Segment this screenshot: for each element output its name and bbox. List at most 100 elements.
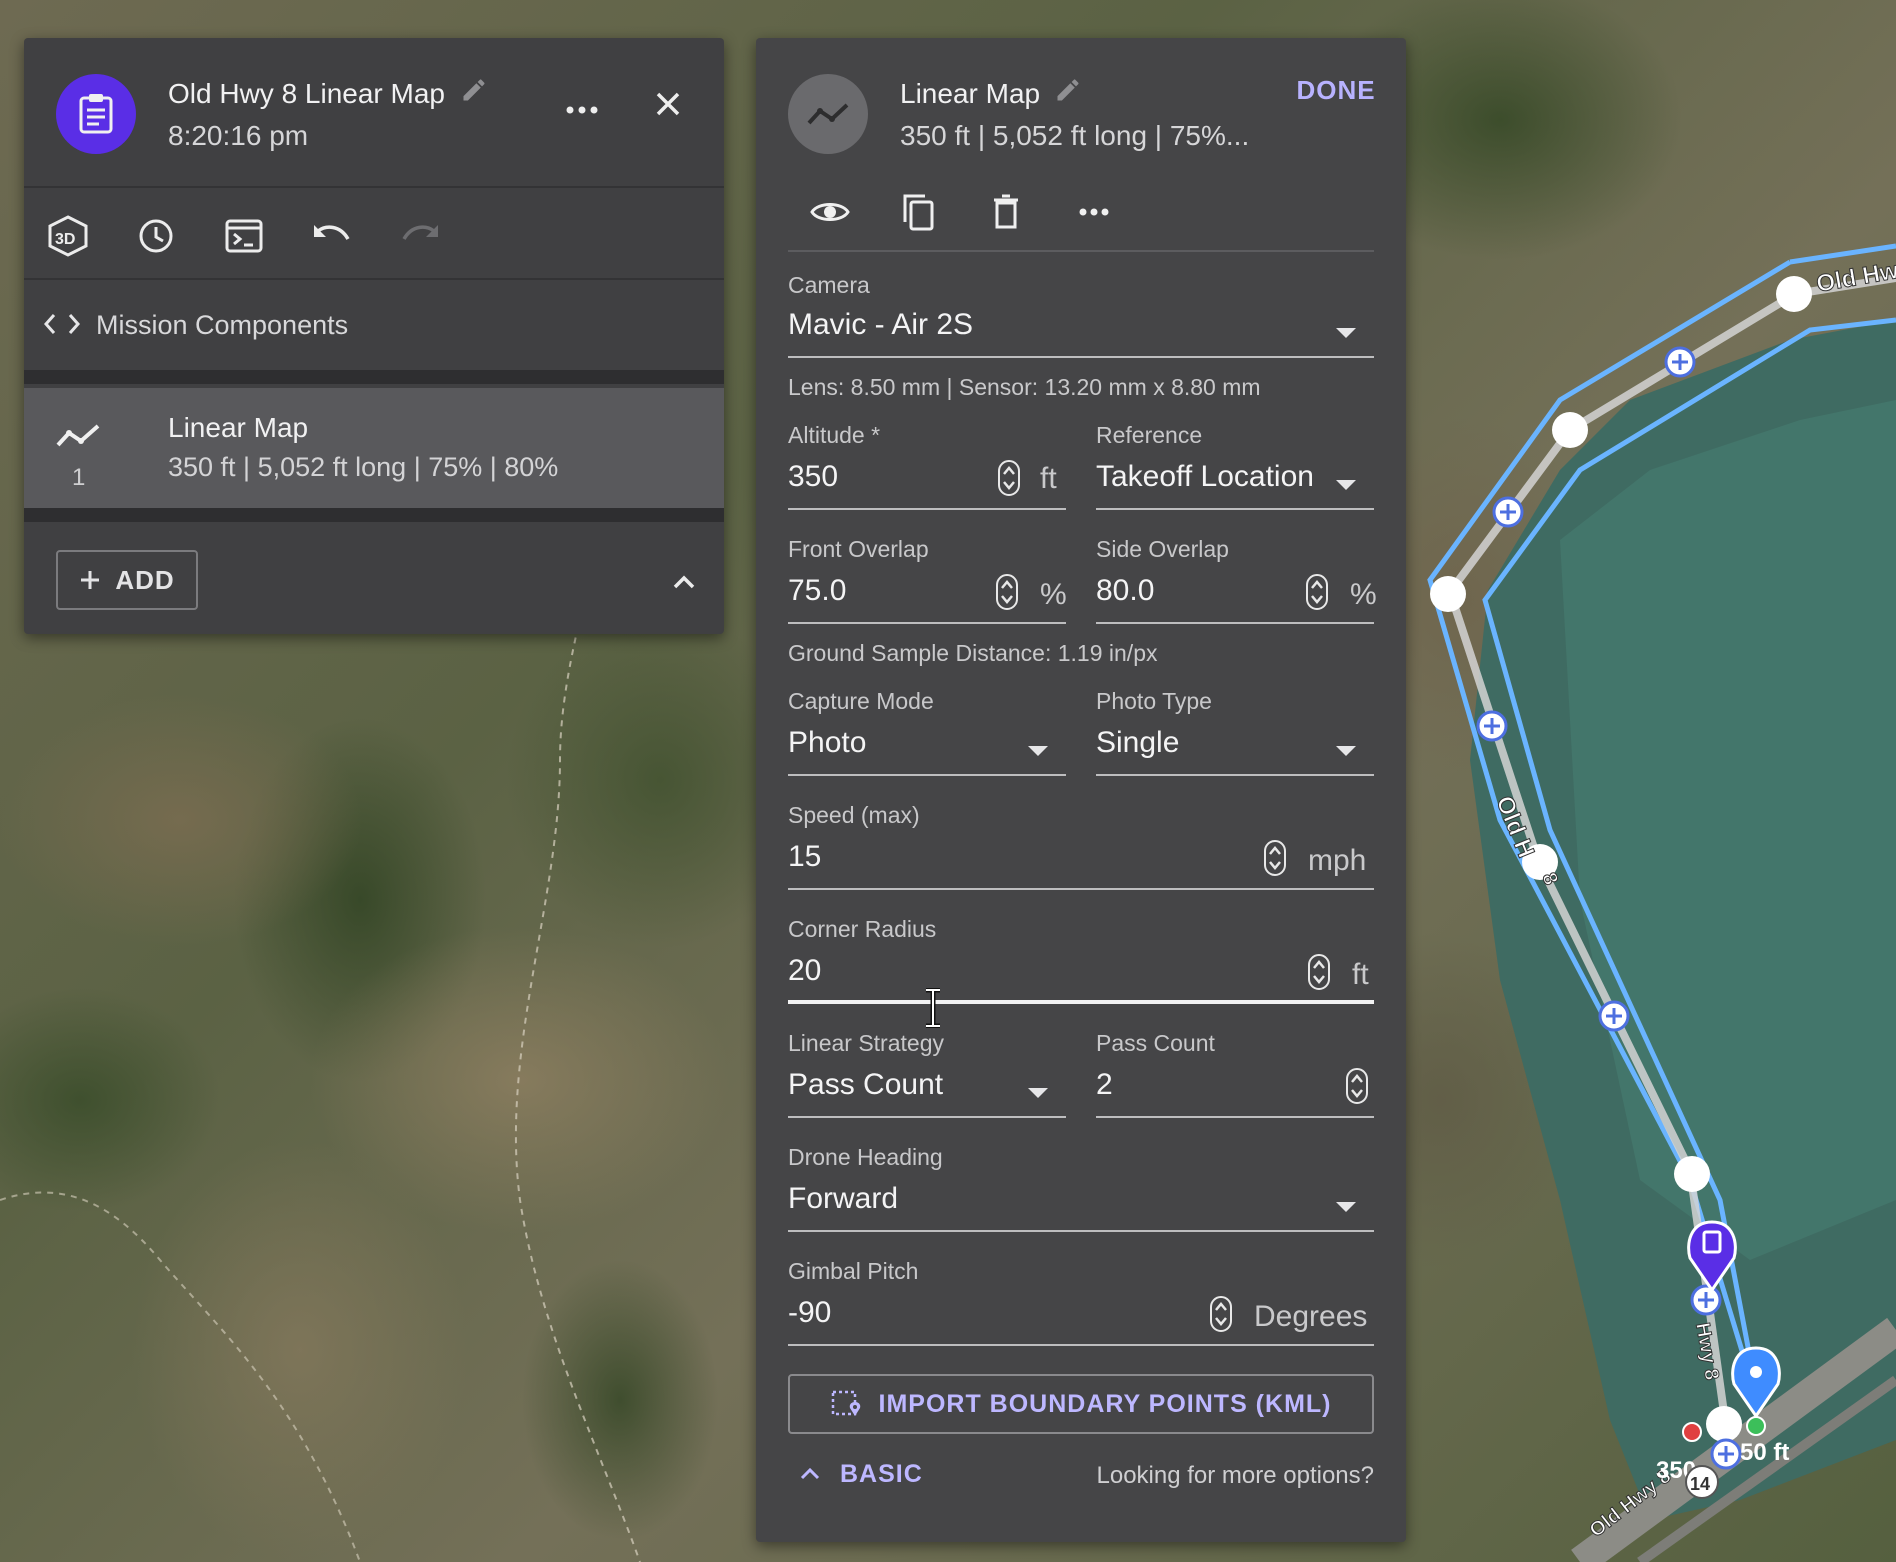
close-button[interactable]	[646, 82, 690, 126]
stepper-icon[interactable]	[996, 574, 1018, 610]
terminal-button[interactable]	[220, 212, 268, 260]
divider	[788, 250, 1374, 252]
camera-label: Camera	[788, 272, 870, 298]
altitude-label: Altitude *	[788, 422, 881, 448]
front-overlap-unit: %	[1040, 578, 1067, 611]
end-point	[1682, 1422, 1702, 1442]
field-underline	[788, 1116, 1066, 1118]
corner-radius-input[interactable]: 20	[788, 954, 1188, 988]
field-underline	[788, 356, 1374, 358]
chevron-down-icon[interactable]	[1028, 1088, 1048, 1098]
field-underline	[1096, 622, 1374, 624]
gimbal-pitch-unit: Degrees	[1254, 1300, 1368, 1333]
front-overlap-input[interactable]: 75.0	[788, 574, 988, 608]
visibility-button[interactable]	[806, 188, 854, 236]
front-overlap-label: Front Overlap	[788, 536, 929, 562]
waypoint	[1430, 576, 1466, 612]
waypoint	[1674, 1156, 1710, 1192]
redo-button[interactable]	[396, 212, 444, 260]
chevron-down-icon[interactable]	[1336, 746, 1356, 756]
field-underline	[1096, 508, 1374, 510]
svg-text:3D: 3D	[55, 231, 75, 248]
chevron-down-icon[interactable]	[1336, 328, 1356, 338]
stepper-icon[interactable]	[1308, 954, 1330, 990]
basic-toggle[interactable]: BASIC	[800, 1454, 923, 1494]
field-underline	[1096, 1116, 1374, 1118]
component-index: 1	[72, 464, 86, 491]
history-button[interactable]	[132, 212, 180, 260]
chevron-down-icon[interactable]	[1028, 746, 1048, 756]
component-actions	[756, 176, 1406, 248]
camera-select[interactable]: Mavic - Air 2S	[788, 308, 1308, 342]
edit-icon[interactable]	[1054, 76, 1082, 104]
stepper-icon[interactable]	[1306, 574, 1328, 610]
mission-panel: Old Hwy 8 Linear Map 8:20:16 pm 3D Missi…	[24, 38, 724, 634]
mission-components-header[interactable]: Mission Components	[24, 282, 724, 366]
capture-mode-select[interactable]: Photo	[788, 726, 1008, 760]
import-kml-label: IMPORT BOUNDARY POINTS (KML)	[878, 1389, 1332, 1418]
chevron-down-icon[interactable]	[1336, 1202, 1356, 1212]
3d-icon: 3D	[48, 215, 88, 257]
stepper-icon[interactable]	[998, 460, 1020, 496]
text-cursor-icon	[926, 988, 940, 1028]
component-avatar	[788, 74, 868, 154]
history-icon	[139, 219, 173, 253]
more-icon	[566, 106, 598, 114]
marker-label: 50 ft	[1740, 1439, 1789, 1466]
more-button[interactable]	[1070, 188, 1118, 236]
more-button[interactable]	[560, 90, 604, 130]
field-underline	[788, 888, 1374, 890]
altitude-unit: ft	[1040, 462, 1057, 495]
mission-toolbar: 3D	[24, 190, 724, 278]
chevron-down-icon[interactable]	[1336, 480, 1356, 490]
reference-select[interactable]: Takeoff Location	[1096, 460, 1326, 494]
add-component-button[interactable]: ADD	[56, 550, 198, 610]
waypoint	[1706, 1406, 1742, 1442]
mission-component-item[interactable]: 1 Linear Map 350 ft | 5,052 ft long | 75…	[24, 388, 724, 508]
speed-input[interactable]: 15	[788, 840, 1188, 874]
altitude-input[interactable]: 350	[788, 460, 988, 494]
component-editor-panel: Linear Map 350 ft | 5,052 ft long | 75%.…	[756, 38, 1406, 1542]
photo-type-select[interactable]: Single	[1096, 726, 1316, 760]
speed-label: Speed (max)	[788, 802, 920, 828]
duplicate-button[interactable]	[894, 188, 942, 236]
undo-button[interactable]	[308, 212, 356, 260]
done-button[interactable]: DONE	[1286, 68, 1386, 112]
terminal-icon	[225, 219, 263, 253]
side-overlap-input[interactable]: 80.0	[1096, 574, 1296, 608]
capture-mode-label: Capture Mode	[788, 688, 934, 714]
3d-view-button[interactable]: 3D	[44, 212, 92, 260]
stepper-icon[interactable]	[1264, 840, 1286, 876]
basic-label: BASIC	[840, 1459, 923, 1488]
linear-strategy-label: Linear Strategy	[788, 1030, 944, 1056]
linear-strategy-select[interactable]: Pass Count	[788, 1068, 1018, 1102]
linear-map-icon	[54, 418, 102, 454]
stepper-icon[interactable]	[1210, 1296, 1232, 1332]
waypoint	[1776, 276, 1812, 312]
component-title: Linear Map	[900, 78, 1041, 109]
code-icon	[42, 306, 82, 342]
lens-info: Lens: 8.50 mm | Sensor: 13.20 mm x 8.80 …	[788, 374, 1261, 400]
divider-band	[24, 508, 724, 522]
drone-heading-label: Drone Heading	[788, 1144, 943, 1170]
plus-icon	[81, 571, 100, 589]
mission-components-label: Mission Components	[96, 310, 349, 340]
field-underline	[788, 1344, 1374, 1346]
edit-icon[interactable]	[460, 76, 488, 104]
delete-button[interactable]	[982, 188, 1030, 236]
undo-icon	[314, 225, 350, 240]
gsd-info: Ground Sample Distance: 1.19 in/px	[788, 640, 1158, 666]
collapse-button[interactable]	[664, 564, 704, 600]
import-kml-button[interactable]: IMPORT BOUNDARY POINTS (KML)	[788, 1374, 1374, 1434]
mission-avatar[interactable]	[56, 74, 136, 154]
field-underline	[788, 1230, 1374, 1232]
more-options-link[interactable]: Looking for more options?	[1097, 1462, 1375, 1490]
pass-count-input[interactable]: 2	[1096, 1068, 1296, 1102]
divider	[24, 186, 724, 188]
field-underline	[788, 508, 1066, 510]
gimbal-pitch-input[interactable]: -90	[788, 1296, 1128, 1330]
stepper-icon[interactable]	[1346, 1068, 1368, 1104]
delete-icon	[994, 194, 1018, 229]
drone-heading-select[interactable]: Forward	[788, 1182, 1288, 1216]
component-title: Linear Map	[168, 412, 309, 443]
